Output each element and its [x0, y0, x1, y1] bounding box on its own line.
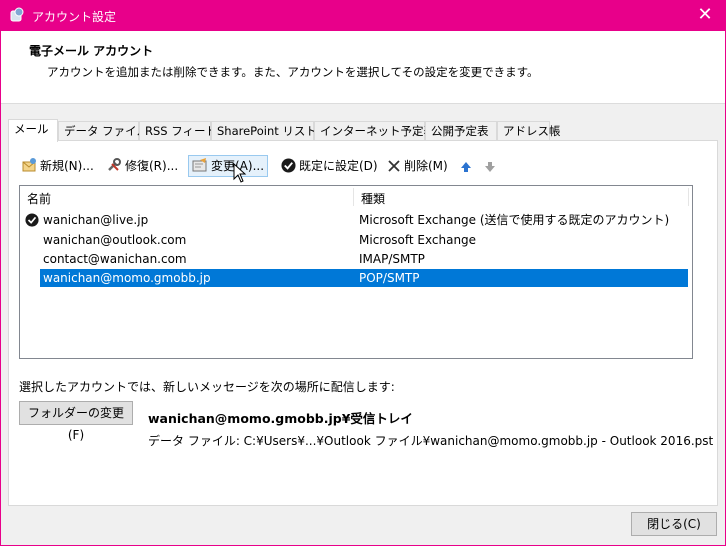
new-button[interactable]: 新規(N)...	[18, 155, 97, 177]
column-name[interactable]: 名前	[27, 190, 51, 207]
close-button[interactable]: 閉じる(C)	[631, 512, 717, 536]
account-name: contact@wanichan.com	[43, 252, 187, 266]
list-header: 名前 種類	[20, 186, 692, 208]
account-type: Microsoft Exchange	[359, 233, 477, 247]
tab-sharepoint-lists[interactable]: SharePoint リスト	[211, 121, 317, 141]
new-label: 新規(N)...	[40, 159, 94, 173]
mouse-cursor-icon	[233, 163, 247, 183]
table-row[interactable]: wanichan@outlook.com Microsoft Exchange	[40, 231, 688, 249]
tab-rss-feeds[interactable]: RSS フィード	[139, 121, 217, 141]
account-type: Microsoft Exchange (送信で使用する既定のアカウント)	[359, 213, 670, 227]
title-bar: アカウント設定 ✕	[0, 0, 726, 31]
table-row-selected[interactable]: wanichan@momo.gmobb.jp POP/SMTP	[40, 269, 688, 287]
remove-button[interactable]: 削除(M)	[384, 155, 451, 177]
new-account-icon	[22, 158, 36, 172]
column-divider[interactable]	[353, 188, 354, 206]
repair-label: 修復(R)...	[125, 159, 179, 173]
tab-published-calendars[interactable]: 公開予定表	[425, 121, 497, 141]
set-default-label: 既定に設定(D)	[299, 159, 378, 173]
column-divider[interactable]	[688, 188, 689, 206]
set-default-button[interactable]: 既定に設定(D)	[278, 155, 381, 177]
window-title: アカウント設定	[32, 10, 117, 24]
move-down-button[interactable]	[481, 155, 497, 177]
delete-x-icon	[388, 160, 400, 172]
tab-mail[interactable]: メール	[8, 119, 58, 142]
tab-internet-calendars[interactable]: インターネット予定表	[314, 121, 435, 141]
up-arrow-icon	[461, 162, 471, 172]
tab-data-files[interactable]: データ ファイル	[58, 121, 148, 141]
column-type[interactable]: 種類	[361, 190, 385, 207]
account-name: wanichan@outlook.com	[43, 233, 187, 247]
account-name: wanichan@live.jp	[43, 213, 149, 227]
tab-address-books[interactable]: アドレス帳	[497, 121, 561, 141]
delivery-label: 選択したアカウントでは、新しいメッセージを次の場所に配信します:	[19, 380, 395, 394]
default-account-check-icon	[25, 213, 39, 227]
default-check-icon	[281, 158, 296, 173]
remove-label: 削除(M)	[404, 159, 448, 173]
change-button[interactable]: 変更(A)...	[188, 155, 269, 177]
account-type: IMAP/SMTP	[359, 252, 425, 266]
account-type: POP/SMTP	[359, 271, 420, 285]
table-row[interactable]: contact@wanichan.com IMAP/SMTP	[40, 250, 688, 268]
repair-button[interactable]: 修復(R)...	[103, 155, 181, 177]
table-row[interactable]: wanichan@live.jp Microsoft Exchange (送信で…	[40, 211, 688, 229]
page-title: 電子メール アカウント	[29, 44, 154, 58]
page-description: アカウントを追加または削除できます。また、アカウントを選択してその設定を変更でき…	[47, 65, 539, 79]
change-account-icon	[192, 158, 207, 172]
wrench-icon	[108, 158, 121, 171]
account-list[interactable]: 名前 種類 wanichan@live.jp Microsoft Exchang…	[19, 185, 693, 359]
data-file-path: データ ファイル: C:¥Users¥...¥Outlook ファイル¥wani…	[148, 434, 714, 448]
down-arrow-icon	[485, 162, 495, 172]
account-name: wanichan@momo.gmobb.jp	[43, 271, 211, 285]
close-window-icon[interactable]: ✕	[694, 4, 716, 26]
delivery-folder: wanichan@momo.gmobb.jp¥受信トレイ	[148, 411, 413, 426]
account-settings-icon	[10, 7, 24, 22]
change-folder-button[interactable]: フォルダーの変更(F)	[19, 401, 133, 442]
move-up-button[interactable]	[457, 155, 473, 177]
header-pane: 電子メール アカウント アカウントを追加または削除できます。また、アカウントを選…	[1, 31, 725, 104]
